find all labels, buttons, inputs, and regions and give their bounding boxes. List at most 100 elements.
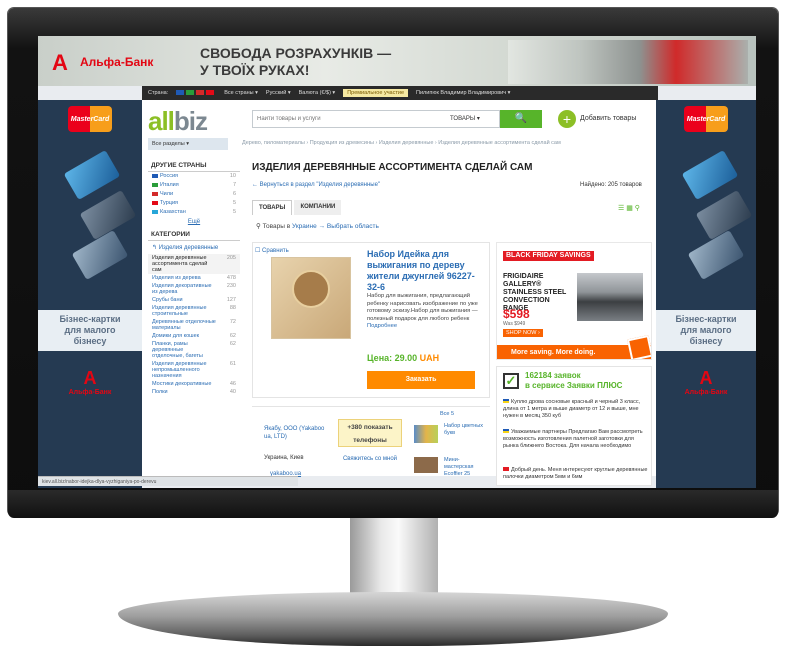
tab-companies[interactable]: КОМПАНИИ [294,200,342,215]
product-description: Набор для выжигания, предлагающий ребенк… [367,293,478,329]
category-item[interactable]: Изделия деревянные непромышленного назна… [148,360,240,380]
related-product-title[interactable]: Мини-мастерская Ecoffier 25 [444,457,486,478]
business-cards-promo: Бізнес-картки для малого бізнесу [656,310,756,351]
page-title: ИЗДЕЛИЯ ДЕРЕВЯННЫЕ АССОРТИМЕНТА СДЕЛАЙ С… [252,162,533,173]
category-item[interactable]: Планки, рамы деревянные отделочные, баге… [148,340,240,360]
all-products-link[interactable]: Все 5 [440,411,454,417]
related-product-image[interactable] [414,457,438,473]
alfa-bank-logo: A Альфа-Банк [68,368,112,396]
show-phone-button[interactable]: +380 показать телефоны [338,419,402,447]
ad-shop-button[interactable]: SHOP NOW › [503,329,543,337]
card-image [63,150,121,200]
add-goods-link[interactable]: Добавить товары [580,115,636,122]
country-item[interactable]: Турция 5 [148,199,240,208]
mastercard-logo: MasterCard [68,106,112,132]
status-bar-url: kiev.all.biz/nabor-idejka-dlya-vyzhigani… [38,476,298,486]
ad-black-friday: BLACK FRIDAY SAVINGS [503,251,594,261]
contact-link[interactable]: Свяжитесь со мной [338,455,402,463]
category-item[interactable]: Изделия деревянные ассортимента сделай с… [148,254,240,274]
compare-checkbox[interactable]: ☐ Сравнить [255,247,289,254]
business-cards-promo: Бізнес-картки для малого бізнесу [38,310,142,351]
order-button[interactable]: Заказать [367,371,475,389]
add-goods-icon[interactable]: + [558,110,576,128]
all-sections-dropdown[interactable]: Все разделы ▾ [148,138,228,150]
request-item[interactable]: Добрый день. Меня интересуют круглые дер… [503,467,649,481]
country-label: Страна: [148,90,169,96]
checkmark-icon: ✓ [503,373,519,389]
ad-price: $598 [503,307,530,321]
requests-widget: ✓ 162184 заявок в сервисе Заявки ПЛЮС Ку… [496,366,652,486]
country-item[interactable]: Италия 7 [148,181,240,190]
requests-count[interactable]: 162184 заявок [525,371,581,380]
back-link[interactable]: ← Вернуться в раздел "Изделия деревянные… [252,182,380,188]
view-switch-icons[interactable]: ☰ ▦ ⚲ [618,204,640,212]
country-item[interactable]: Казахстан 5 [148,208,240,217]
region-country-link[interactable]: Украине [292,223,317,230]
product-card: ☐ Сравнить Набор Идейка для выжигания по… [252,242,490,398]
product-title[interactable]: Набор Идейка для выжигания по дереву жит… [367,249,487,293]
oven-image [577,273,643,321]
countries-list: Россия 10 Италия 7 Чили 6 Турция 5 Казахстан… [148,172,240,217]
allbiz-logo[interactable]: allbiz [148,106,208,137]
monitor-chin [8,490,778,518]
category-item[interactable]: Изделия из дерева 478 [148,274,240,282]
categories-title: КАТЕГОРИИ [148,229,240,241]
category-item[interactable]: Деревянные отделочные материалы 72 [148,318,240,332]
currency-dropdown[interactable]: Валюта (€/$) ▾ [299,90,336,96]
category-item[interactable]: Мостики декоративные 46 [148,380,240,388]
more-countries-link[interactable]: Ещё [148,219,240,225]
alfa-bank-name: Альфа-Банк [80,55,154,69]
alfa-bank-logo: A [52,50,68,75]
parent-category-link[interactable]: ↰ Изделия деревянные [148,241,240,254]
categories-list: Изделия деревянные ассортимента сделай с… [148,254,240,396]
banner-photo [508,40,748,84]
search-button[interactable]: 🔍 [500,110,542,128]
card-image [681,150,739,200]
request-item[interactable]: Куплю дрова сосновые красный и черный 3 … [503,399,649,420]
category-item[interactable]: Изделия деревянные строительные 88 [148,304,240,318]
left-column: ДРУГИЕ СТРАНЫ Россия 10 Италия 7 Чили 6 Тур… [148,158,240,476]
monitor-stand-base [118,592,668,646]
breadcrumb[interactable]: Дерево, пиломатериалы › Продукция из дре… [242,140,561,146]
card-image [71,230,129,280]
mastercard-logo: MasterCard [684,106,728,132]
banner-slogan: СВОБОДА РОЗРАХУНКІВ — У ТВОЇХ РУКАХ! [200,45,392,78]
region-select-link[interactable]: → Выбрать область [317,223,379,230]
home-depot-logo [626,334,651,359]
alfa-bank-logo: A Альфа-Банк [684,368,728,396]
category-item[interactable]: Срубы бани 127 [148,296,240,304]
tabs: ТОВАРЫ КОМПАНИИ [252,200,342,215]
category-item[interactable]: Изделия декоративные из дерева 230 [148,282,240,296]
requests-service[interactable]: в сервисе Заявки ПЛЮС [525,381,622,390]
user-menu[interactable]: Пилипюк Владимир Владимирович ▾ [416,90,510,96]
all-countries-dropdown[interactable]: Все страны ▾ [224,90,258,96]
request-item[interactable]: Уважаемые партнеры Предлагаю Вам рассмот… [503,429,649,450]
country-item[interactable]: Россия 10 [148,172,240,181]
card-image [687,230,745,280]
left-side-ad[interactable]: MasterCard Бізнес-картки для малого бізн… [38,100,142,488]
related-product-image[interactable] [414,425,438,443]
category-item[interactable]: Полки 40 [148,388,240,396]
product-image[interactable] [271,257,351,339]
region-filter: ⚲ Товары в Украине → Выбрать область [256,223,379,230]
ad-was-price: Was $949 [503,321,526,327]
premium-link[interactable]: Премиальное участие [343,89,409,97]
seller-name[interactable]: Якабу, ООО (Yakaboo ua, LTD) [264,425,334,441]
category-item[interactable]: Домики для кошек 62 [148,332,240,340]
other-countries-title: ДРУГИЕ СТРАНЫ [148,160,240,172]
home-depot-ad[interactable]: BLACK FRIDAY SAVINGS FRIGIDAIRE GALLERY®… [496,242,652,360]
more-link[interactable]: Подробнее [367,323,397,329]
search-scope-select[interactable]: ТОВАРЫ ▾ [444,110,500,128]
seller-block: Якабу, ООО (Yakaboo ua, LTD) Украина, Ки… [252,406,490,482]
product-price: Цена: 29.00 UAH [367,353,440,363]
related-product-title[interactable]: Набор цветных букв [444,423,486,437]
monitor-stand-neck [350,518,438,594]
seller-location: Украина, Киев [264,455,304,461]
right-side-ad[interactable]: MasterCard Бізнес-картки для малого бізн… [656,100,756,488]
top-banner-ad[interactable]: A Альфа-Банк СВОБОДА РОЗРАХУНКІВ — У ТВО… [38,36,756,86]
country-item[interactable]: Чили 6 [148,190,240,199]
main-page: allbiz ТОВАРЫ ▾ 🔍 + Добавить товары Все … [142,100,656,486]
tab-goods[interactable]: ТОВАРЫ [252,200,293,215]
language-dropdown[interactable]: Русский ▾ [266,90,291,96]
country-flags[interactable] [176,89,216,97]
